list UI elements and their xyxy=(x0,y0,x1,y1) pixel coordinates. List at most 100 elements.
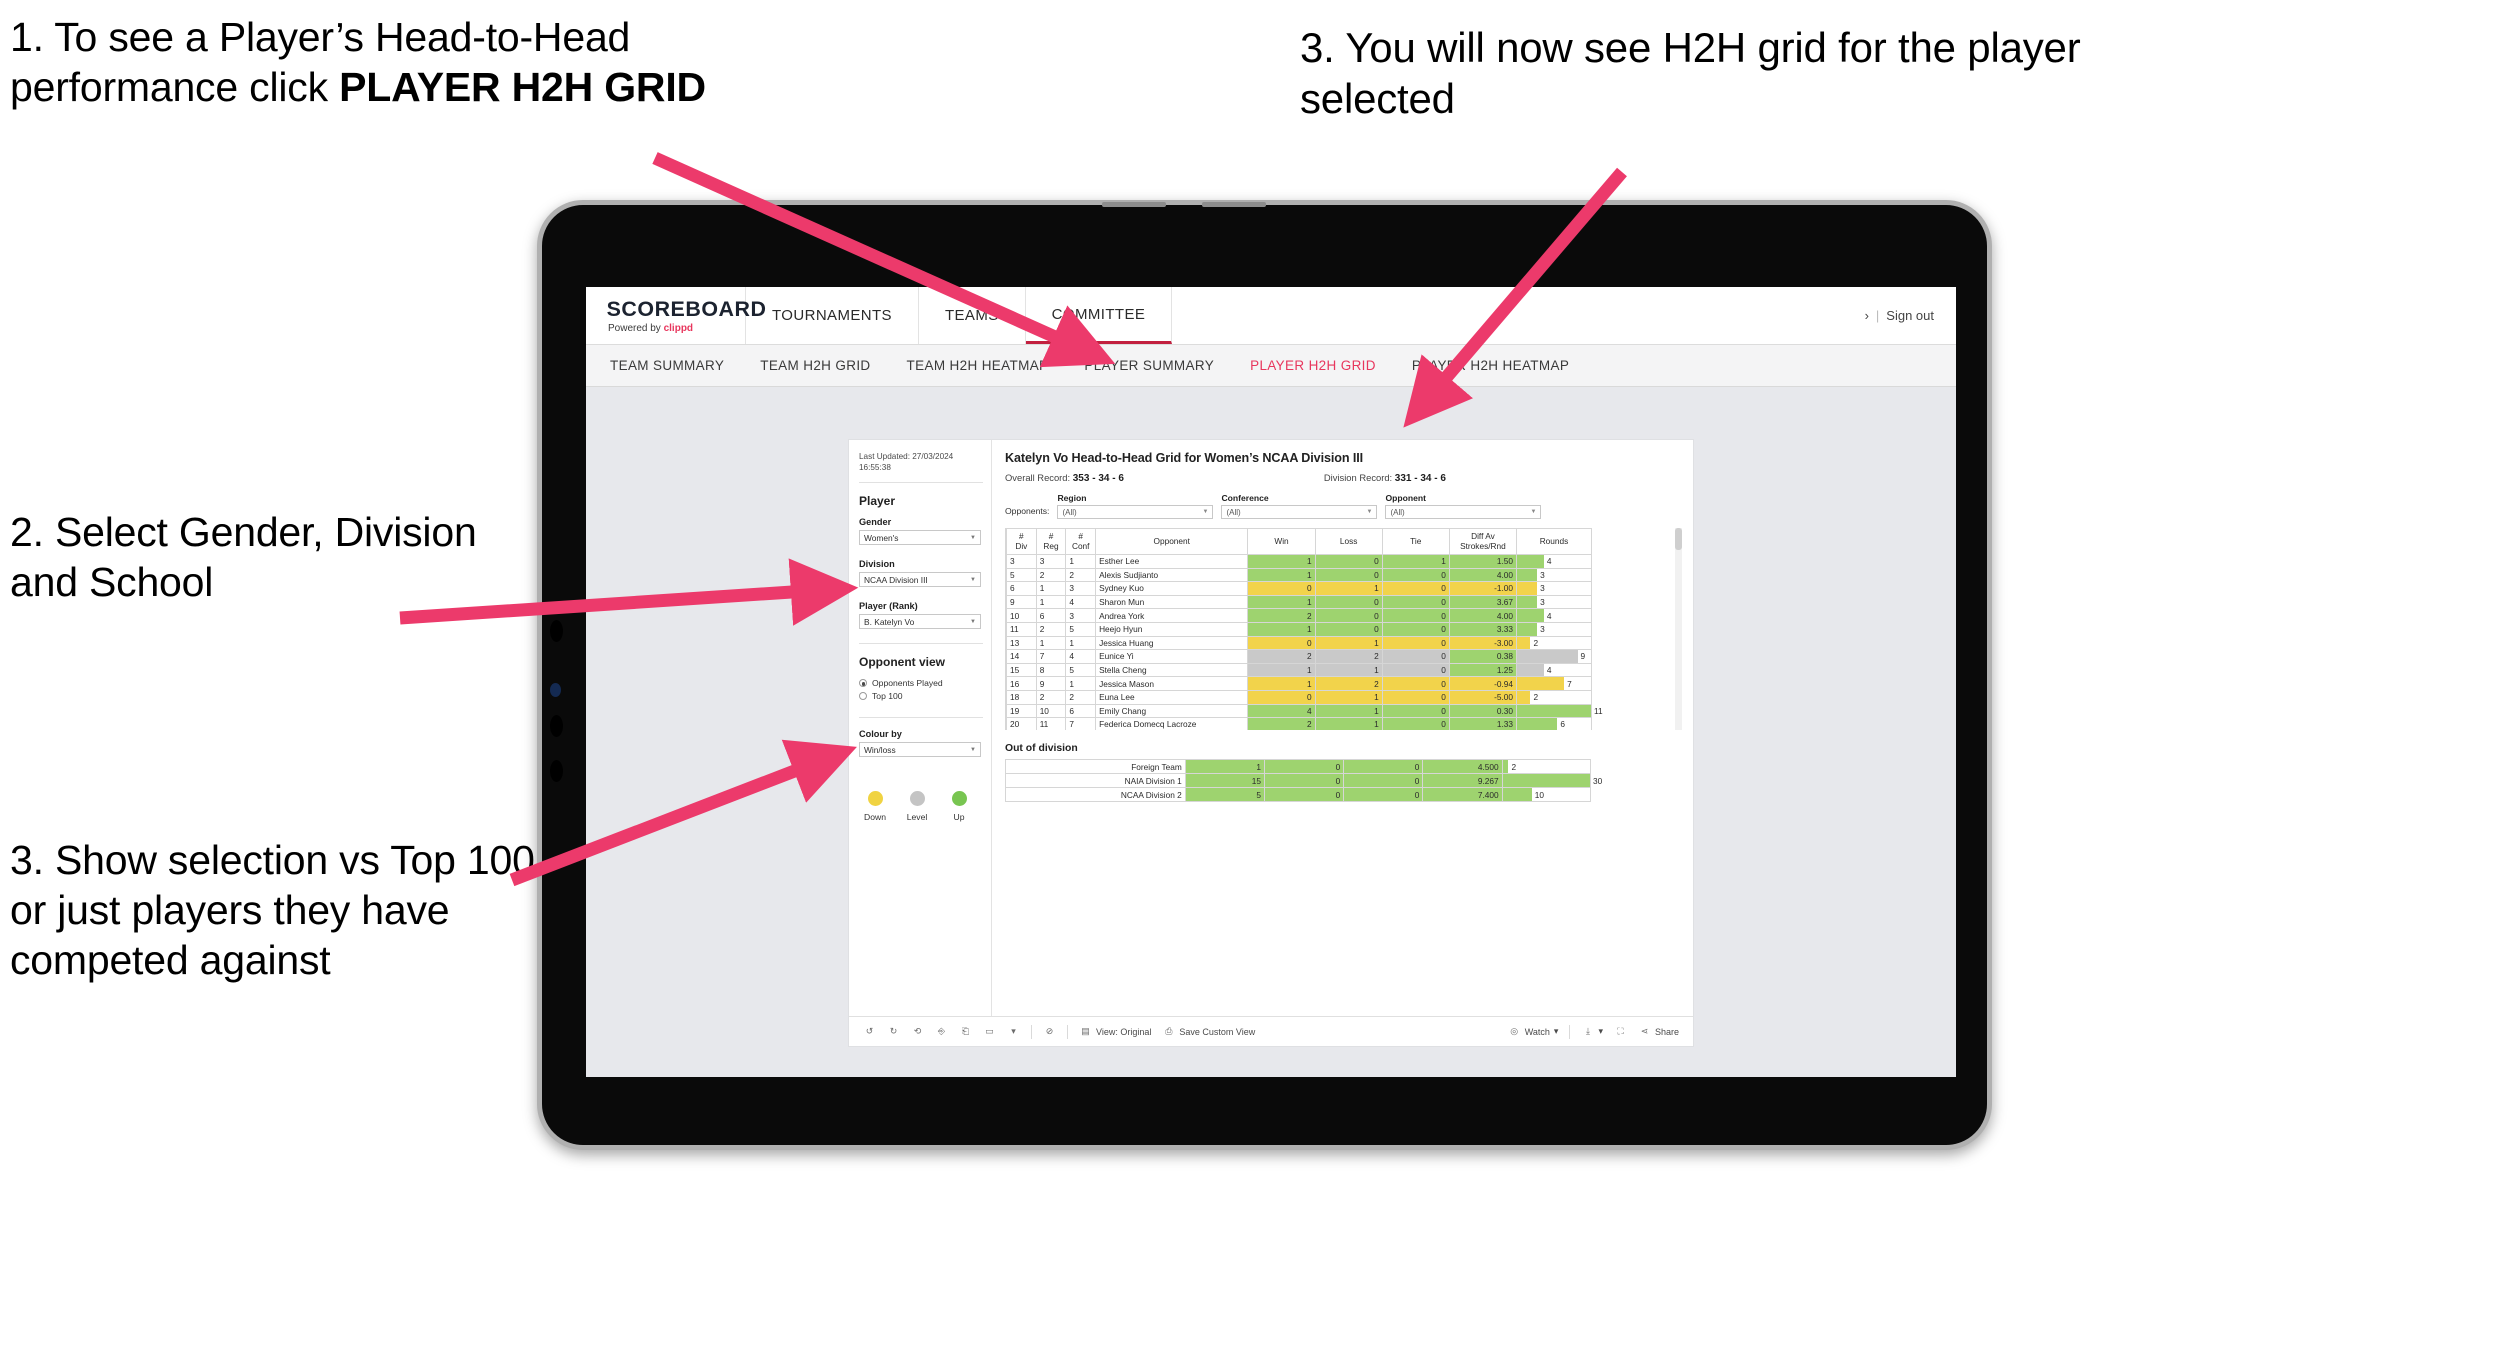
cell-reg: 7 xyxy=(1035,649,1067,664)
division-select[interactable]: NCAA Division III ▼ xyxy=(859,572,981,588)
tab-player-h2h-heatmap[interactable]: PLAYER H2H HEATMAP xyxy=(1412,358,1569,373)
overall-record-label: Overall Record: xyxy=(1005,472,1071,483)
col-header-diff[interactable]: Diff Av Strokes/Rnd xyxy=(1448,528,1518,555)
annotation-step-1-bold: PLAYER H2H GRID xyxy=(339,64,706,111)
gender-select[interactable]: Women's ▼ xyxy=(859,530,981,546)
last-updated-label: Last Updated: 27/03/2024 16:55:38 xyxy=(859,452,954,473)
cell-diff: -3.00 xyxy=(1448,635,1518,651)
tableau-viz: Last Updated: 27/03/2024 16:55:38 Player… xyxy=(848,439,1694,1047)
app-logo[interactable]: SCOREBOARD Powered by clippd xyxy=(586,287,766,344)
cell-tie: 0 xyxy=(1381,635,1450,651)
share-button[interactable]: ⋖ Share xyxy=(1638,1025,1679,1038)
tab-team-h2h-grid[interactable]: TEAM H2H GRID xyxy=(760,358,870,373)
col-header-reg[interactable]: # Reg xyxy=(1035,528,1067,555)
legend-swatch-level xyxy=(909,791,925,807)
cell-tie: 0 xyxy=(1381,608,1450,623)
table-row[interactable]: 19 10 6 Emily Chang 4 1 0 0.30 11 xyxy=(1006,703,1603,719)
cell-reg: 1 xyxy=(1035,594,1067,610)
table-row[interactable]: 16 9 1 Jessica Mason 1 2 0 -0.94 7 xyxy=(1006,676,1592,691)
tab-player-h2h-grid[interactable]: PLAYER H2H GRID xyxy=(1250,358,1376,373)
table-row[interactable]: 6 1 3 Sydney Kuo 0 1 0 -1.00 3 xyxy=(1006,581,1592,596)
out-of-division-row[interactable]: NAIA Division 1 15 0 0 9.267 30 xyxy=(1005,773,1602,788)
col-header-loss[interactable]: Loss xyxy=(1314,528,1383,555)
watch-button[interactable]: ◎ Watch ▾ xyxy=(1508,1025,1558,1038)
table-row[interactable]: 15 8 5 Stella Cheng 1 1 0 1.25 4 xyxy=(1006,662,1592,678)
table-row[interactable]: 14 7 4 Eunice Yi 2 2 0 0.38 9 xyxy=(1006,649,1592,664)
radio-opponents-played[interactable]: Opponents Played xyxy=(859,678,991,688)
cell-rounds: 6 xyxy=(1516,717,1592,730)
conference-filter-label: Conference xyxy=(1221,493,1269,503)
undo-icon[interactable]: ↺ xyxy=(863,1025,876,1038)
col-header-tie[interactable]: Tie xyxy=(1381,528,1450,555)
tab-team-h2h-heatmap[interactable]: TEAM H2H HEATMAP xyxy=(907,358,1049,373)
conference-filter-select[interactable]: (All) ▼ xyxy=(1221,505,1378,519)
player-rank-select[interactable]: B. Katelyn Vo ▼ xyxy=(859,614,981,630)
col-header-win[interactable]: Win xyxy=(1247,528,1316,555)
cell-loss: 1 xyxy=(1314,635,1383,651)
opponent-filter-select[interactable]: (All) ▼ xyxy=(1385,505,1542,519)
colour-by-select[interactable]: Win/loss ▼ xyxy=(859,742,981,758)
colour-by-value: Win/loss xyxy=(864,744,896,755)
account-chevron-icon[interactable]: › xyxy=(1865,308,1869,323)
out-of-division-row[interactable]: Foreign Team 1 0 0 4.500 2 xyxy=(1005,759,1592,774)
table-row[interactable]: 18 2 2 Euna Lee 0 1 0 -5.00 2 xyxy=(1006,689,1592,705)
reset-axes-icon[interactable]: ⊘ xyxy=(1043,1025,1056,1038)
cell-group-name: NCAA Division 2 xyxy=(1005,787,1186,802)
viz-content: Katelyn Vo Head-to-Head Grid for Women’s… xyxy=(992,440,1693,1016)
table-row[interactable]: 11 2 5 Heejo Hyun 1 0 0 3.33 3 xyxy=(1006,621,1592,637)
revert-icon[interactable]: ⟲ xyxy=(911,1025,924,1038)
cell-win: 0 xyxy=(1247,635,1316,651)
cell-div: 15 xyxy=(1006,662,1037,678)
radio-top-100[interactable]: Top 100 xyxy=(859,691,991,701)
redo-icon[interactable]: ↻ xyxy=(887,1025,900,1038)
sign-out-link[interactable]: Sign out xyxy=(1886,308,1934,323)
nav-item-committee[interactable]: COMMITTEE xyxy=(1025,287,1173,344)
h2h-grid-scroll-area: # Div # Reg # Conf Opponent Win Loss Tie Di… xyxy=(1005,528,1682,730)
tab-player-summary[interactable]: PLAYER SUMMARY xyxy=(1084,358,1214,373)
region-filter-select[interactable]: (All) ▼ xyxy=(1057,505,1214,519)
table-row[interactable]: 5 2 2 Alexis Sudjianto 1 0 0 4.00 3 xyxy=(1006,567,1592,583)
cell-div: 16 xyxy=(1006,676,1037,691)
opponent-view-heading: Opponent view xyxy=(859,655,946,670)
viz-body: Last Updated: 27/03/2024 16:55:38 Player… xyxy=(849,440,1693,1016)
tablet-camera-dot-3 xyxy=(550,760,563,782)
save-custom-view-button[interactable]: ⎙ Save Custom View xyxy=(1162,1025,1255,1038)
grid-scrollbar-thumb[interactable] xyxy=(1675,528,1682,550)
cell-group-name: Foreign Team xyxy=(1005,759,1186,774)
table-row[interactable]: 13 1 1 Jessica Huang 0 1 0 -3.00 2 xyxy=(1006,635,1592,651)
primary-nav: TOURNAMENTS TEAMS COMMITTEE xyxy=(746,287,1173,344)
cell-loss: 1 xyxy=(1314,703,1383,719)
cell-loss: 0 xyxy=(1314,594,1383,610)
h2h-grid-head: # Div # Reg # Conf Opponent Win Loss Tie Di… xyxy=(1006,528,1592,555)
table-row[interactable]: 3 3 1 Esther Lee 1 0 1 1.50 4 xyxy=(1006,554,1592,569)
pause-updates-icon[interactable]: ⎗ xyxy=(959,1025,972,1038)
nav-item-tournaments[interactable]: TOURNAMENTS xyxy=(746,287,919,344)
view-original-button[interactable]: ▤ View: Original xyxy=(1079,1025,1151,1038)
refresh-data-icon[interactable]: ⎆ xyxy=(935,1025,948,1038)
radio-top-100-label: Top 100 xyxy=(872,691,903,702)
download-button[interactable]: ⤓ ▾ xyxy=(1581,1025,1603,1038)
table-row[interactable]: 9 1 4 Sharon Mun 1 0 0 3.67 3 xyxy=(1006,594,1592,610)
cell-win: 1 xyxy=(1247,594,1316,610)
filter-panel: Last Updated: 27/03/2024 16:55:38 Player… xyxy=(849,440,992,1016)
col-header-conf[interactable]: # Conf xyxy=(1065,528,1097,555)
tab-team-summary[interactable]: TEAM SUMMARY xyxy=(610,358,724,373)
cell-opponent: Eunice Yi xyxy=(1095,649,1249,664)
pan-caret-icon[interactable]: ▾ xyxy=(1007,1025,1020,1038)
cell-opponent: Jessica Huang xyxy=(1095,635,1249,651)
cell-div: 11 xyxy=(1006,621,1037,637)
col-header-rounds[interactable]: Rounds xyxy=(1516,528,1592,555)
table-row[interactable]: 10 6 3 Andrea York 2 0 0 4.00 4 xyxy=(1006,608,1592,623)
cell-diff: -1.00 xyxy=(1448,581,1518,596)
col-header-div[interactable]: # Div xyxy=(1006,528,1037,555)
col-header-opponent[interactable]: Opponent xyxy=(1095,528,1249,555)
tableau-toolbar: ↺ ↻ ⟲ ⎆ ⎗ ▭ ▾ ⊘ ▤ View: Original ⎙ Save … xyxy=(849,1016,1693,1046)
grid-scrollbar-track[interactable] xyxy=(1675,528,1682,730)
pan-tool-icon[interactable]: ▭ xyxy=(983,1025,996,1038)
table-row[interactable]: 20 11 7 Federica Domecq Lacroze 2 1 0 1.33 6 xyxy=(1006,717,1592,730)
region-filter-value: (All) xyxy=(1062,507,1077,517)
out-of-division-row[interactable]: NCAA Division 2 5 0 0 7.400 10 xyxy=(1005,787,1592,802)
nav-item-teams[interactable]: TEAMS xyxy=(919,287,1026,344)
cell-loss: 1 xyxy=(1314,662,1383,678)
fullscreen-icon[interactable]: ⛶ xyxy=(1614,1025,1627,1038)
